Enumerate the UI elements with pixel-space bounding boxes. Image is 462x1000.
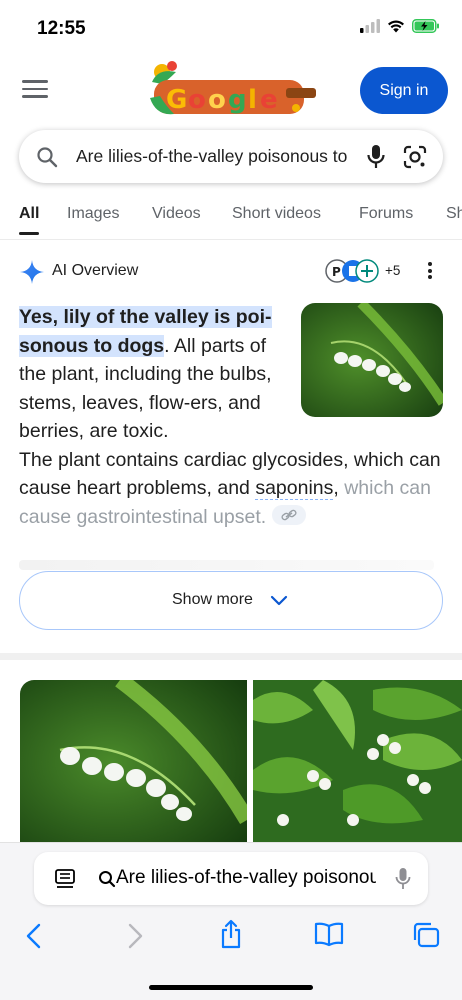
- tab-all[interactable]: All: [19, 205, 39, 223]
- image-result[interactable]: [20, 680, 247, 845]
- saponins-link[interactable]: saponins: [255, 477, 334, 500]
- show-more-label: Show more: [172, 591, 253, 608]
- search-icon: [37, 147, 58, 168]
- share-icon[interactable]: [218, 919, 244, 949]
- browser-toolbar: Are lilies-of-the-valley poisonous to do…: [0, 842, 462, 1000]
- image-results: [0, 680, 462, 845]
- tabs-icon[interactable]: [411, 921, 441, 949]
- svg-text:l: l: [248, 85, 257, 115]
- status-time: 12:55: [37, 18, 86, 39]
- cellular-signal-icon: [360, 19, 380, 33]
- svg-text:o: o: [188, 85, 206, 115]
- back-icon[interactable]: [24, 923, 44, 949]
- tab-images[interactable]: Images: [67, 205, 119, 223]
- google-doodle-logo[interactable]: G o o g l e: [146, 58, 318, 124]
- svg-text:e: e: [260, 85, 278, 115]
- show-more-button[interactable]: Show more: [19, 571, 443, 630]
- search-input[interactable]: Are lilies-of-the-valley poisonous to do…: [76, 146, 352, 167]
- reader-mode-icon[interactable]: [54, 868, 76, 890]
- section-divider: [0, 653, 462, 660]
- source-favicons[interactable]: P: [325, 259, 379, 283]
- active-tab-indicator: [19, 232, 39, 235]
- tab-shopping[interactable]: Shopping: [446, 205, 462, 223]
- svg-text:G: G: [166, 85, 187, 115]
- search-box[interactable]: Are lilies-of-the-valley poisonous to do…: [19, 130, 443, 183]
- svg-text:g: g: [228, 85, 247, 115]
- voice-search-icon[interactable]: [365, 143, 387, 171]
- tab-videos[interactable]: Videos: [152, 205, 201, 223]
- svg-text:P: P: [332, 265, 341, 279]
- svg-text:o: o: [208, 85, 226, 115]
- chevron-down-icon: [270, 595, 288, 606]
- ai-overview-header: AI Overview P +5: [19, 258, 443, 286]
- ai-overview-title: AI Overview: [52, 262, 139, 279]
- sign-in-button[interactable]: Sign in: [360, 67, 448, 114]
- status-icons: [360, 19, 440, 33]
- ai-overview-thumbnail[interactable]: [301, 303, 443, 417]
- citation-link-icon[interactable]: [272, 505, 307, 526]
- main-menu-button[interactable]: [22, 80, 48, 102]
- home-indicator: [149, 985, 313, 990]
- more-sources-count[interactable]: +5: [385, 263, 400, 278]
- forward-icon[interactable]: [125, 923, 145, 949]
- wifi-icon: [388, 20, 404, 33]
- tab-forums[interactable]: Forums: [359, 205, 413, 223]
- faded-text-preview: [19, 560, 434, 570]
- battery-charging-icon: [412, 19, 439, 33]
- image-result[interactable]: [253, 680, 462, 845]
- google-lens-icon[interactable]: [402, 144, 428, 170]
- bookmarks-icon[interactable]: [313, 921, 345, 947]
- ai-sparkle-icon: [20, 260, 44, 284]
- search-tabs: All Images Videos Short videos Forums Sh…: [0, 196, 462, 240]
- microphone-icon[interactable]: [394, 867, 412, 891]
- url-text[interactable]: Are lilies-of-the-valley poisonous to do…: [116, 867, 376, 889]
- search-icon: [99, 871, 116, 888]
- address-bar[interactable]: Are lilies-of-the-valley poisonous to do…: [34, 852, 428, 905]
- tab-short-videos[interactable]: Short videos: [232, 205, 321, 223]
- more-options-icon[interactable]: [428, 262, 434, 282]
- status-bar: 12:55: [0, 0, 462, 56]
